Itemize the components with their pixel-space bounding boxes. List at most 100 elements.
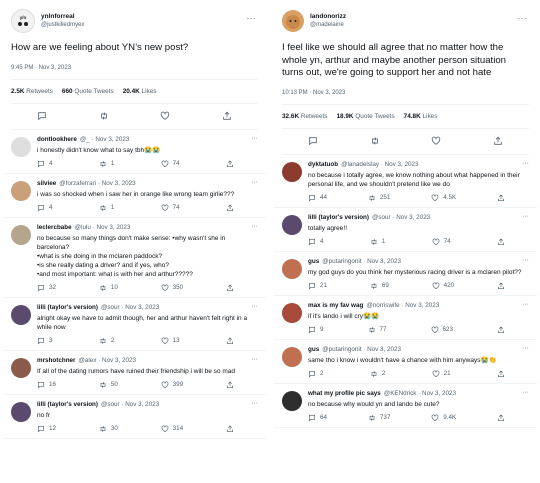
like-button[interactable]: 21 [432,370,451,378]
like-button[interactable]: 623 [431,326,453,334]
share-icon[interactable] [222,111,232,121]
more-icon[interactable]: ··· [522,213,529,221]
avatar[interactable] [282,161,302,182]
more-icon[interactable]: ··· [518,14,528,23]
avatar[interactable] [282,346,302,367]
retweet-icon[interactable] [99,111,109,121]
avatar[interactable] [282,214,302,235]
reply-button[interactable]: 12 [37,425,56,433]
author-handle-date[interactable]: @sour · Nov 3, 2023 [372,214,430,222]
author-name[interactable]: lilli (taylor's version) [308,214,369,222]
author-handle-date[interactable]: @alex · Nov 3, 2023 [79,357,137,365]
retweet-count[interactable]: 32.6K Retweets [282,113,327,120]
author-handle[interactable]: @justkilledmyex [41,21,84,29]
avatar[interactable] [11,224,31,245]
avatar[interactable] [11,136,31,157]
more-icon[interactable]: ··· [522,389,529,397]
author-handle-date[interactable]: @KENdrick · Nov 3, 2023 [384,390,456,398]
share-button[interactable] [226,160,234,168]
reply-button[interactable]: 44 [308,194,327,202]
like-button[interactable]: 9.4K [431,414,456,422]
more-icon[interactable]: ··· [251,356,258,364]
author-handle-date[interactable]: @sour · Nov 3, 2023 [101,304,159,312]
more-icon[interactable]: ··· [522,301,529,309]
like-button[interactable]: 314 [161,425,183,433]
more-icon[interactable]: ··· [251,179,258,187]
author-name[interactable]: landonorizz [310,13,346,21]
avatar[interactable] [11,357,31,378]
share-button[interactable] [497,194,505,202]
share-button[interactable] [497,414,505,422]
like-button[interactable]: 74 [161,204,180,212]
reply-tweet[interactable]: leclercbabe @lulu · Nov 3, 2023 ··· no beca… [3,218,266,298]
avatar[interactable] [282,390,302,411]
heart-icon[interactable] [431,136,441,146]
more-icon[interactable]: ··· [251,135,258,143]
author-handle[interactable]: @madelaine [310,21,346,29]
share-button[interactable] [226,204,234,212]
reply-button[interactable]: 3 [37,337,53,345]
share-button[interactable] [226,425,234,433]
more-icon[interactable]: ··· [251,400,258,408]
avatar[interactable] [282,258,302,279]
reply-tweet[interactable]: what my profile pic says @KENdrick · Nov … [274,384,537,428]
reply-button[interactable]: 4 [37,204,53,212]
author-name[interactable]: dontlookhere [37,136,77,144]
retweet-button[interactable]: 2 [370,370,385,378]
reply-button[interactable]: 64 [308,414,327,422]
avatar[interactable] [11,304,31,325]
tweet-timestamp[interactable]: 10:13 PM · Nov 3, 2023 [282,90,529,105]
reply-tweet[interactable]: gus @putaringonit · Nov 3, 2023 ··· my god … [274,252,537,296]
share-button[interactable] [497,238,505,246]
author-handle-date[interactable]: @lulu · Nov 3, 2023 [75,224,131,232]
share-button[interactable] [226,337,234,345]
reply-button[interactable]: 32 [37,284,56,292]
avatar[interactable] [282,10,304,32]
retweet-count[interactable]: 2.5K Retweets [11,88,53,95]
more-icon[interactable]: ··· [522,345,529,353]
reply-button[interactable]: 4 [37,160,53,168]
author-handle-date[interactable]: @sour · Nov 3, 2023 [101,401,159,409]
reply-tweet[interactable]: lilli (taylor's version) @sour · Nov 3, 2… [3,298,266,351]
share-button[interactable] [497,370,505,378]
more-icon[interactable]: ··· [251,303,258,311]
reply-tweet[interactable]: dyktatuob @lanadelslay · Nov 3, 2023 ··· no… [274,155,537,208]
retweet-button[interactable]: 69 [370,282,389,290]
author-name[interactable]: max is my fav wag [308,302,363,310]
author-name[interactable]: leclercbabe [37,224,72,232]
like-button[interactable]: 399 [161,381,183,389]
reply-tweet[interactable]: max is my fav wag @norriswife · Nov 3, 20… [274,296,537,340]
reply-button[interactable]: 9 [308,326,324,334]
retweet-icon[interactable] [370,136,380,146]
retweet-button[interactable]: 2 [99,337,114,345]
like-button[interactable]: 13 [161,337,180,345]
tweet-timestamp[interactable]: 9:45 PM · Nov 3, 2023 [11,65,258,80]
author-handle-date[interactable]: @lanadelslay · Nov 3, 2023 [341,161,418,169]
like-button[interactable]: 74 [432,238,451,246]
like-button[interactable]: 4.5K [431,194,456,202]
reply-tweet[interactable]: silviee @forzaferrari · Nov 3, 2023 ··· i w… [3,174,266,218]
author-name[interactable]: dyktatuob [308,161,338,169]
author-handle-date[interactable]: @norriswife · Nov 3, 2023 [366,302,439,310]
reply-tweet[interactable]: dontlookhere @_ · Nov 3, 2023 ··· i honestl… [3,130,266,174]
more-icon[interactable]: ··· [522,160,529,168]
avatar[interactable]: y/n [11,9,35,33]
reply-button[interactable]: 4 [308,238,324,246]
avatar[interactable] [282,302,302,323]
share-button[interactable] [497,282,505,290]
retweet-button[interactable]: 10 [99,284,118,292]
author-name[interactable]: gus [308,346,319,354]
more-icon[interactable]: ··· [522,257,529,265]
quote-count[interactable]: 660 Quote Tweets [62,88,114,95]
retweet-button[interactable]: 30 [99,425,118,433]
retweet-button[interactable]: 1 [370,238,385,246]
share-icon[interactable] [493,136,503,146]
author-handle-date[interactable]: @forzaferrari · Nov 3, 2023 [59,180,135,188]
retweet-button[interactable]: 737 [368,414,390,422]
retweet-button[interactable]: 77 [368,326,387,334]
author-handle-date[interactable]: @putaringonit · Nov 3, 2023 [322,346,401,354]
more-icon[interactable]: ··· [251,223,258,231]
share-button[interactable] [497,326,505,334]
author-name[interactable]: mrshotchner [37,357,76,365]
retweet-button[interactable]: 1 [99,204,114,212]
